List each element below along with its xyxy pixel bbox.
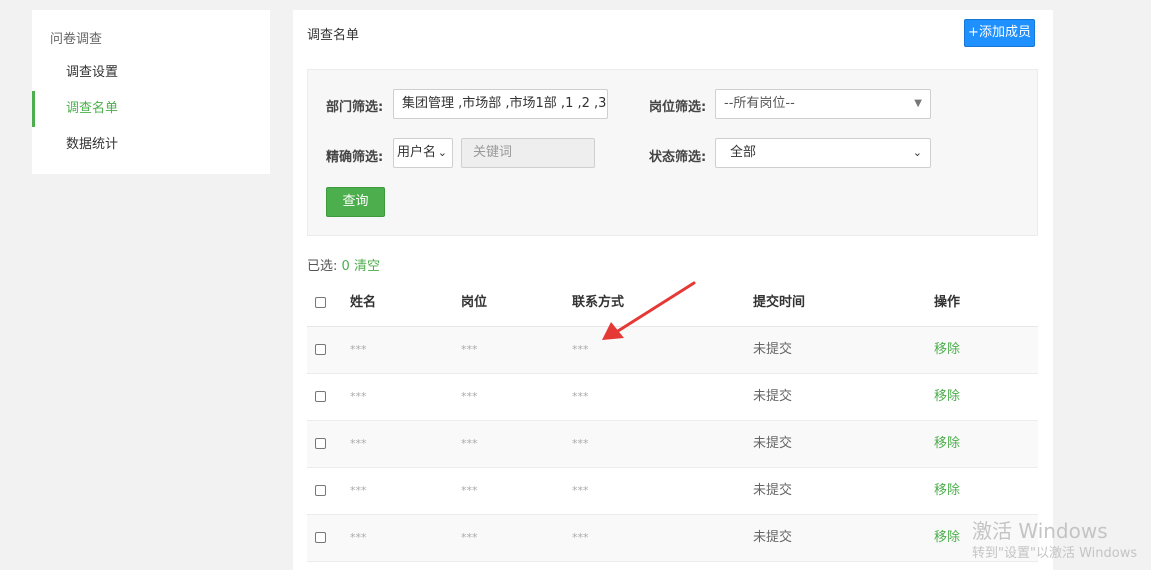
status-filter-select[interactable]: 全部 ⌄ <box>715 138 931 168</box>
status-filter-value: 全部 <box>730 145 757 160</box>
member-table: 姓名 岗位 联系方式 提交时间 操作 *** *** *** 未提交 移除 **… <box>307 280 1038 562</box>
row-checkbox[interactable] <box>315 438 326 449</box>
dept-filter-label: 部门筛选: <box>326 100 384 115</box>
main-panel: 调查名单 +添加成员 部门筛选: 集团管理 ,市场部 ,市场1部 ,1 ,2 ,… <box>293 10 1053 570</box>
cell-contact: *** <box>572 437 589 450</box>
row-checkbox[interactable] <box>315 391 326 402</box>
activate-windows-watermark: 激活 Windows <box>972 519 1108 543</box>
keyword-placeholder: 关键词 <box>473 145 513 160</box>
remove-link[interactable]: 移除 <box>934 374 960 420</box>
exact-field-select[interactable]: 用户名 ⌄ <box>393 138 453 168</box>
remove-link[interactable]: 移除 <box>934 468 960 514</box>
cell-submit-time: 未提交 <box>753 530 793 545</box>
status-filter-label: 状态筛选: <box>649 150 707 165</box>
cell-position: *** <box>461 531 478 544</box>
chevron-down-icon: ⌄ <box>912 146 922 159</box>
table-row: *** *** *** 未提交 移除 <box>307 327 1038 374</box>
cell-submit-time: 未提交 <box>753 342 793 357</box>
position-filter-select[interactable]: --所有岗位-- ▼ <box>715 89 931 119</box>
header-contact: 联系方式 <box>572 295 625 310</box>
table-row: *** *** *** 未提交 移除 <box>307 421 1038 468</box>
row-checkbox[interactable] <box>315 532 326 543</box>
cell-submit-time: 未提交 <box>753 436 793 451</box>
cell-position: *** <box>461 484 478 497</box>
keyword-input[interactable]: 关键词 <box>461 138 595 168</box>
row-checkbox[interactable] <box>315 485 326 496</box>
cell-name: *** <box>350 343 367 356</box>
cell-contact: *** <box>572 390 589 403</box>
table-row: *** *** *** 未提交 移除 <box>307 374 1038 421</box>
selection-label: 已选: <box>307 259 338 274</box>
cell-submit-time: 未提交 <box>753 389 793 404</box>
table-row: *** *** *** 未提交 移除 <box>307 515 1038 562</box>
header-submit-time: 提交时间 <box>753 295 806 310</box>
selection-count: 0 <box>341 259 350 274</box>
cell-name: *** <box>350 390 367 403</box>
sidebar: 问卷调查 调查设置 调查名单 数据统计 <box>32 10 270 174</box>
page-title: 调查名单 <box>307 28 360 43</box>
remove-link[interactable]: 移除 <box>934 421 960 467</box>
cell-position: *** <box>461 343 478 356</box>
position-filter-label: 岗位筛选: <box>649 100 707 115</box>
header-action: 操作 <box>934 295 961 310</box>
cell-position: *** <box>461 437 478 450</box>
cell-name: *** <box>350 484 367 497</box>
sidebar-item-survey-settings[interactable]: 调查设置 <box>32 55 270 91</box>
cell-contact: *** <box>572 343 589 356</box>
selection-summary: 已选: 0 清空 <box>307 255 380 274</box>
position-filter-value: --所有岗位-- <box>724 96 795 111</box>
remove-link[interactable]: 移除 <box>934 327 960 373</box>
cell-name: *** <box>350 437 367 450</box>
sidebar-item-data-stats[interactable]: 数据统计 <box>32 127 270 163</box>
chevron-down-icon: ⌄ <box>437 146 447 159</box>
dept-filter-input[interactable]: 集团管理 ,市场部 ,市场1部 ,1 ,2 ,3 <box>393 89 608 119</box>
header-position: 岗位 <box>461 295 488 310</box>
header-name: 姓名 <box>350 295 377 310</box>
cell-contact: *** <box>572 531 589 544</box>
row-checkbox[interactable] <box>315 344 326 355</box>
add-member-button[interactable]: +添加成员 <box>964 19 1035 47</box>
exact-filter-label: 精确筛选: <box>326 150 384 165</box>
dept-filter-value: 集团管理 ,市场部 ,市场1部 ,1 ,2 ,3 <box>402 96 607 111</box>
caret-down-icon: ▼ <box>914 98 922 109</box>
query-button[interactable]: 查询 <box>326 187 385 217</box>
sidebar-title: 问卷调查 <box>50 32 103 47</box>
table-header: 姓名 岗位 联系方式 提交时间 操作 <box>307 280 1038 327</box>
remove-link[interactable]: 移除 <box>934 515 960 561</box>
exact-field-value: 用户名 <box>397 145 437 160</box>
cell-submit-time: 未提交 <box>753 483 793 498</box>
cell-contact: *** <box>572 484 589 497</box>
select-all-checkbox[interactable] <box>315 297 326 308</box>
cell-name: *** <box>350 531 367 544</box>
clear-selection-link[interactable]: 清空 <box>354 259 380 274</box>
sidebar-item-survey-list[interactable]: 调查名单 <box>32 91 270 127</box>
filter-panel: 部门筛选: 集团管理 ,市场部 ,市场1部 ,1 ,2 ,3 岗位筛选: --所… <box>307 69 1038 236</box>
cell-position: *** <box>461 390 478 403</box>
table-row: *** *** *** 未提交 移除 <box>307 468 1038 515</box>
